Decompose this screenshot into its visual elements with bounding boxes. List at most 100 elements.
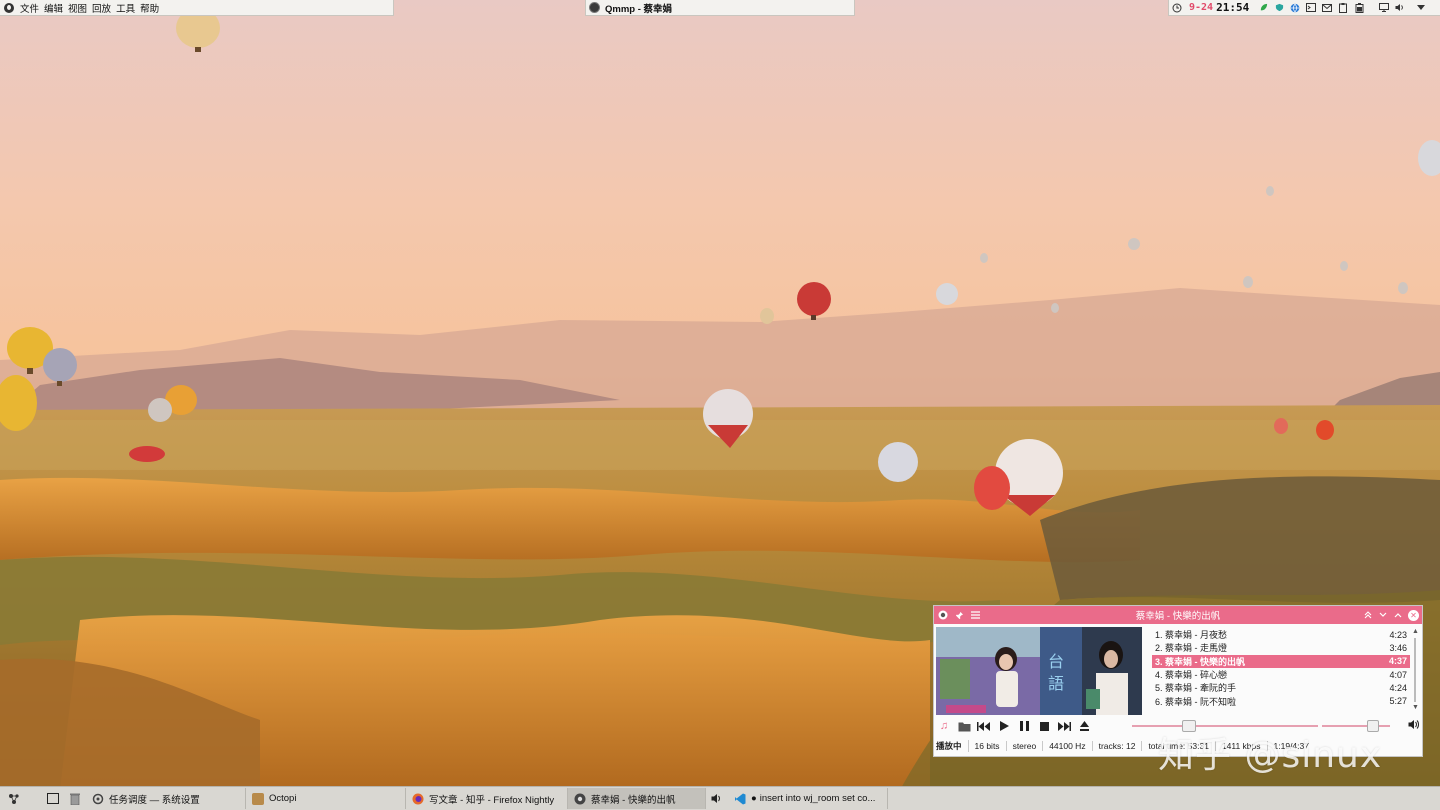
- track-title: 2. 蔡幸娟 - 走馬燈: [1155, 643, 1228, 654]
- qmmp-app-icon[interactable]: [4, 2, 14, 13]
- app-launcher-icon[interactable]: [0, 788, 28, 810]
- sample-rate: 44100 Hz: [1043, 741, 1093, 751]
- taskbar-task-firefox[interactable]: 写文章 - 知乎 - Firefox Nightly: [406, 788, 568, 809]
- track-duration: 4:07: [1389, 669, 1407, 680]
- elapsed-time: 1:19/4:37: [1273, 741, 1309, 751]
- menu-edit[interactable]: 编辑: [44, 1, 63, 15]
- task-label: 蔡幸娟 - 快樂的出帆: [591, 794, 676, 806]
- playback-controls: ♫: [934, 717, 1422, 735]
- active-window-title[interactable]: Qmmp - 蔡幸娟: [585, 0, 855, 16]
- playlist-row[interactable]: 4. 蔡幸娟 - 碎心戀 4:07: [1152, 668, 1410, 681]
- playlist-row[interactable]: 6. 蔡幸娟 - 阮不知啦 5:27: [1152, 694, 1410, 707]
- chevron-down-icon[interactable]: [1416, 3, 1426, 13]
- volume-control-icon[interactable]: [706, 788, 728, 810]
- track-duration: 5:27: [1389, 696, 1407, 707]
- taskbar-task-vscode[interactable]: ● insert into wj_room set co...: [728, 788, 888, 809]
- shield-icon[interactable]: [1274, 3, 1284, 13]
- task-label: 任务调度 — 系统设置: [109, 794, 200, 806]
- player-window-title: 蔡幸娟 - 快樂的出帆: [1135, 611, 1221, 622]
- album-cover-art: 台 語: [936, 627, 1142, 715]
- qmmp-icon: [574, 793, 586, 805]
- volume-slider[interactable]: [1322, 720, 1390, 732]
- open-folder-icon[interactable]: [954, 718, 974, 734]
- pause-icon[interactable]: [1014, 718, 1034, 734]
- clock-icon: [1172, 3, 1182, 13]
- leaf-icon[interactable]: [1258, 3, 1268, 13]
- taskbar-task-qmmp[interactable]: 蔡幸娟 - 快樂的出帆: [568, 788, 706, 809]
- playback-state: 播放中: [934, 740, 969, 752]
- track-title: 4. 蔡幸娟 - 碎心戀: [1155, 670, 1228, 681]
- track-title: 6. 蔡幸娟 - 阮不知啦: [1155, 696, 1237, 707]
- menu-playback[interactable]: 回放: [92, 1, 111, 15]
- taskbar-task-octopi[interactable]: Octopi: [246, 788, 406, 809]
- keep-above-icon[interactable]: [1363, 610, 1373, 620]
- playlist-row[interactable]: 1. 蔡幸娟 - 月夜愁 4:23: [1152, 628, 1410, 641]
- pin-icon[interactable]: [954, 610, 964, 620]
- taskbar-task-system-settings[interactable]: 任务调度 — 系统设置: [86, 788, 246, 809]
- task-label: Octopi: [269, 793, 297, 804]
- playlist-row-current[interactable]: 3. 蔡幸娟 - 快樂的出帆 4:37: [1152, 654, 1410, 668]
- track-count: tracks: 12: [1093, 741, 1143, 751]
- maximize-icon[interactable]: [1393, 610, 1403, 620]
- hamburger-menu-icon[interactable]: [970, 610, 980, 620]
- seek-handle[interactable]: [1181, 720, 1196, 732]
- previous-track-icon[interactable]: [974, 718, 994, 734]
- playlist-row[interactable]: 2. 蔡幸娟 - 走馬燈 3:46: [1152, 641, 1410, 654]
- qmmp-player-window[interactable]: 蔡幸娟 - 快樂的出帆 ✕ 台 語 1. 蔡幸娟 - 月夜愁 4:23 2. 蔡…: [933, 605, 1423, 757]
- seek-slider[interactable]: [1132, 720, 1318, 732]
- svg-text:台: 台: [1048, 652, 1064, 671]
- playlist-scrollbar[interactable]: ▲ ▼: [1412, 628, 1419, 714]
- minimize-icon[interactable]: [1378, 610, 1388, 620]
- track-title: 5. 蔡幸娟 - 牽阮的手: [1155, 683, 1237, 694]
- bitrate: 1411 kbps: [1216, 741, 1268, 751]
- display-icon[interactable]: [1379, 3, 1390, 13]
- active-window-label: Qmmp - 蔡幸娟: [605, 3, 673, 15]
- terminal-icon[interactable]: [1306, 3, 1317, 13]
- tray-date[interactable]: 9-24: [1189, 2, 1213, 13]
- channel-mode: stereo: [1007, 741, 1044, 751]
- track-title: 3. 蔡幸娟 - 快樂的出帆: [1155, 656, 1246, 667]
- next-track-icon[interactable]: [1054, 718, 1074, 734]
- global-menubar: 文件 编辑 视图 回放 工具 帮助: [0, 0, 394, 16]
- volume-icon[interactable]: [1395, 3, 1405, 13]
- menu-tools[interactable]: 工具: [116, 1, 135, 15]
- scroll-up-icon[interactable]: ▲: [1412, 628, 1419, 636]
- vscode-icon: [734, 793, 746, 805]
- qmmp-icon: [589, 2, 600, 13]
- track-duration: 4:23: [1389, 629, 1407, 640]
- menu-file[interactable]: 文件: [20, 1, 39, 15]
- clipboard-icon[interactable]: [1338, 2, 1348, 13]
- globe-icon[interactable]: [1290, 3, 1300, 13]
- playlist-row[interactable]: 5. 蔡幸娟 - 牽阮的手 4:24: [1152, 681, 1410, 694]
- tray-time[interactable]: 21:54: [1216, 1, 1249, 14]
- menu-help[interactable]: 帮助: [140, 1, 159, 15]
- svg-text:語: 語: [1048, 674, 1064, 693]
- desktop-separator: [28, 788, 42, 810]
- mail-icon[interactable]: [1322, 3, 1333, 13]
- track-duration: 4:24: [1389, 682, 1407, 693]
- battery-icon[interactable]: [1354, 2, 1364, 13]
- player-titlebar[interactable]: 蔡幸娟 - 快樂的出帆 ✕: [934, 606, 1422, 624]
- trash-icon[interactable]: [64, 788, 86, 810]
- speaker-icon[interactable]: [1408, 719, 1420, 733]
- settings-icon: [92, 793, 104, 805]
- window-menu-icon[interactable]: [938, 610, 948, 620]
- task-label: 写文章 - 知乎 - Firefox Nightly: [429, 794, 555, 806]
- menu-view[interactable]: 视图: [68, 1, 87, 15]
- eject-icon[interactable]: [1074, 718, 1094, 734]
- track-duration: 3:46: [1389, 642, 1407, 653]
- volume-handle[interactable]: [1366, 720, 1379, 732]
- task-label: insert into wj_room set co...: [759, 793, 876, 804]
- track-duration: 4:37: [1388, 656, 1407, 667]
- show-desktop-icon[interactable]: [42, 788, 64, 810]
- music-note-icon[interactable]: ♫: [934, 718, 954, 734]
- play-icon[interactable]: [994, 718, 1014, 734]
- close-icon[interactable]: ✕: [1408, 609, 1419, 621]
- firefox-icon: [412, 793, 424, 805]
- bit-depth: 16 bits: [969, 741, 1007, 751]
- playlist[interactable]: 1. 蔡幸娟 - 月夜愁 4:23 2. 蔡幸娟 - 走馬燈 3:46 3. 蔡…: [1152, 628, 1410, 716]
- unsaved-dot-icon: ●: [751, 793, 757, 804]
- package-icon: [252, 792, 264, 805]
- scroll-down-icon[interactable]: ▼: [1412, 704, 1419, 712]
- stop-icon[interactable]: [1034, 718, 1054, 734]
